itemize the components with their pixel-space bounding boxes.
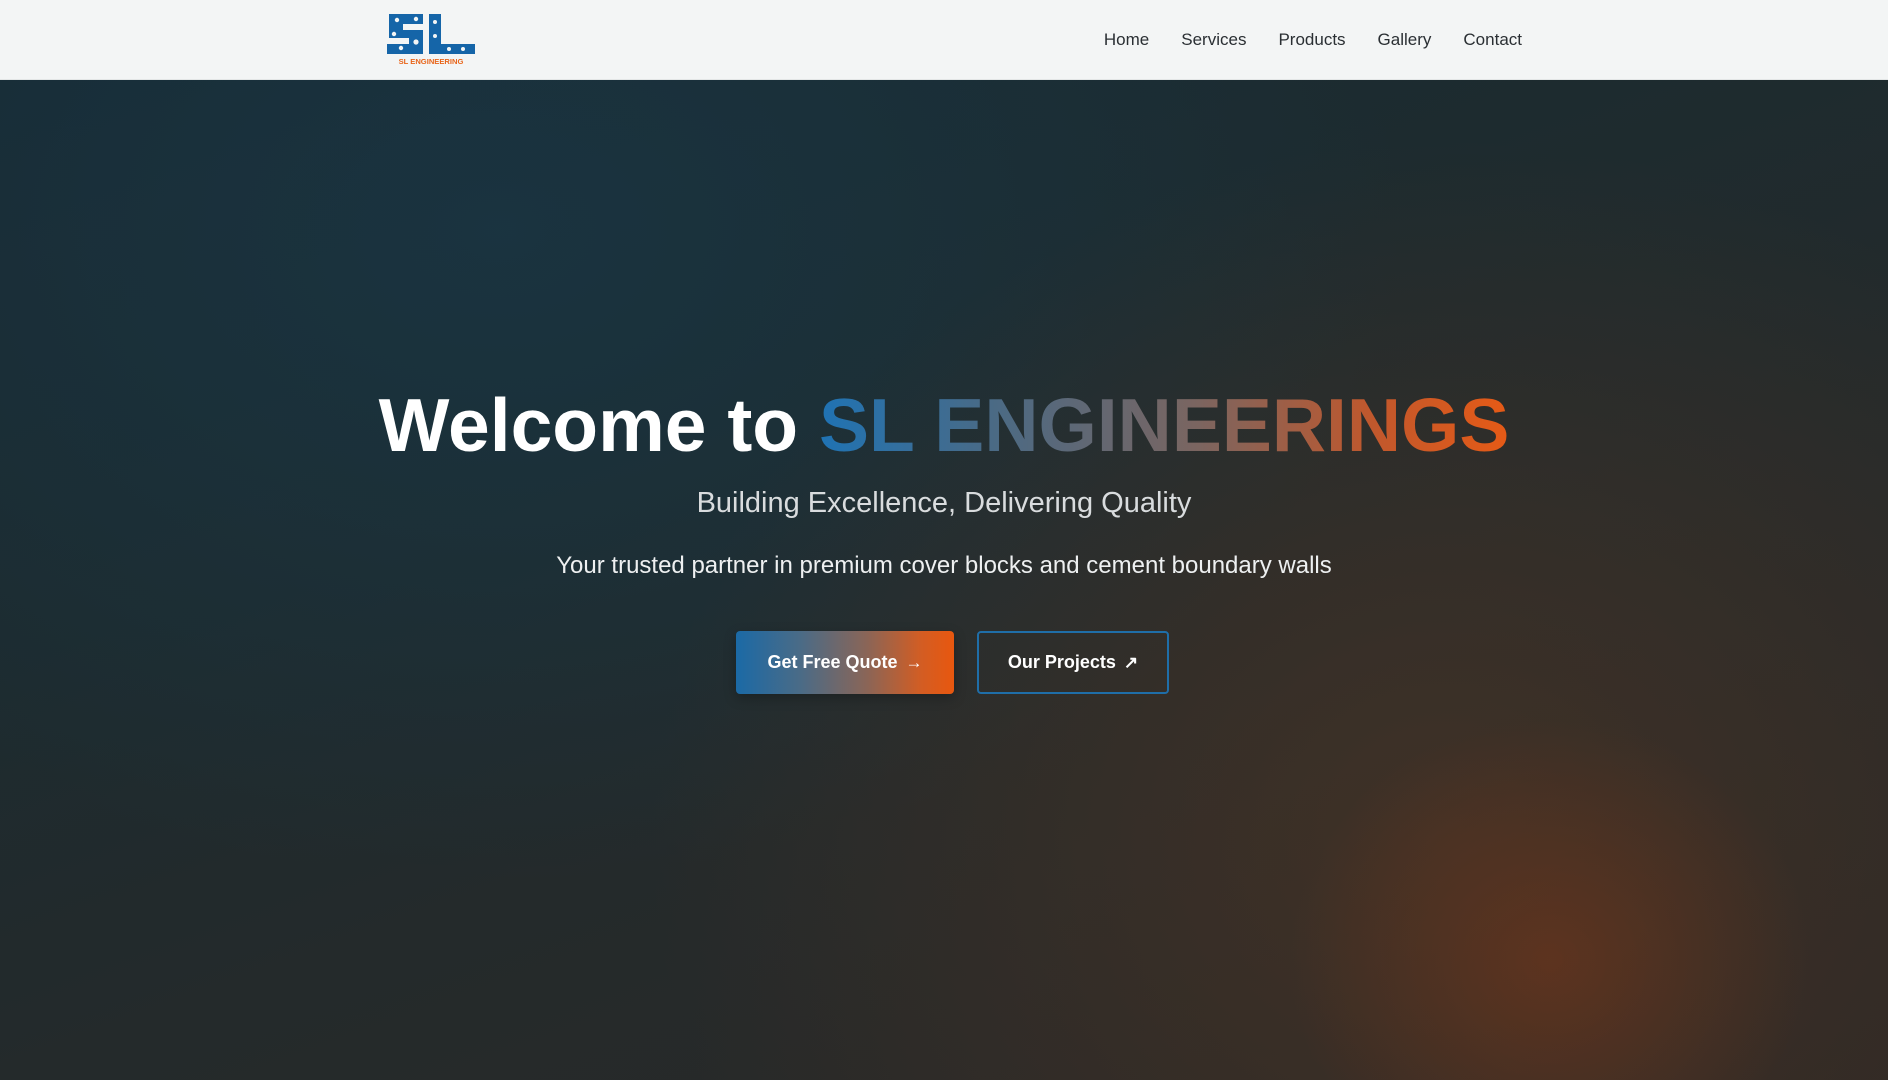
arrow-right-icon: →: [905, 653, 923, 672]
get-free-quote-label: Get Free Quote: [767, 652, 898, 672]
hero-description: Your trusted partner in premium cover bl…: [556, 552, 1332, 579]
our-projects-button[interactable]: Our Projects ↗: [977, 631, 1169, 694]
get-free-quote-button[interactable]: Get Free Quote →: [736, 631, 954, 694]
sl-logo-graphic: SL ENGINEERING: [387, 14, 475, 66]
nav-contact-link[interactable]: Contact: [1463, 30, 1522, 50]
hero-section: Welcome to SL ENGINEERINGS Building Exce…: [0, 80, 1888, 1080]
logo-wordmark: SL ENGINEERING: [399, 57, 464, 66]
hero-title: Welcome to SL ENGINEERINGS: [0, 388, 1888, 463]
top-navbar: SL ENGINEERING Home Services Products Ga…: [0, 0, 1888, 80]
hero-subtitle: Building Excellence, Delivering Quality: [696, 487, 1192, 519]
nav-services-link[interactable]: Services: [1181, 30, 1246, 50]
nav-gallery-link[interactable]: Gallery: [1378, 30, 1432, 50]
hero-title-prefix: Welcome to: [378, 383, 819, 467]
our-projects-label: Our Projects: [1007, 652, 1116, 672]
main-nav: Home Services Products Gallery Contact: [1072, 0, 1522, 80]
nav-home-link[interactable]: Home: [1104, 30, 1149, 50]
external-arrow-icon: ↗: [1123, 653, 1139, 672]
nav-products-link[interactable]: Products: [1278, 30, 1345, 50]
brand-logo[interactable]: SL ENGINEERING: [383, 10, 479, 66]
hero-title-brand: SL ENGINEERINGS: [818, 383, 1510, 467]
